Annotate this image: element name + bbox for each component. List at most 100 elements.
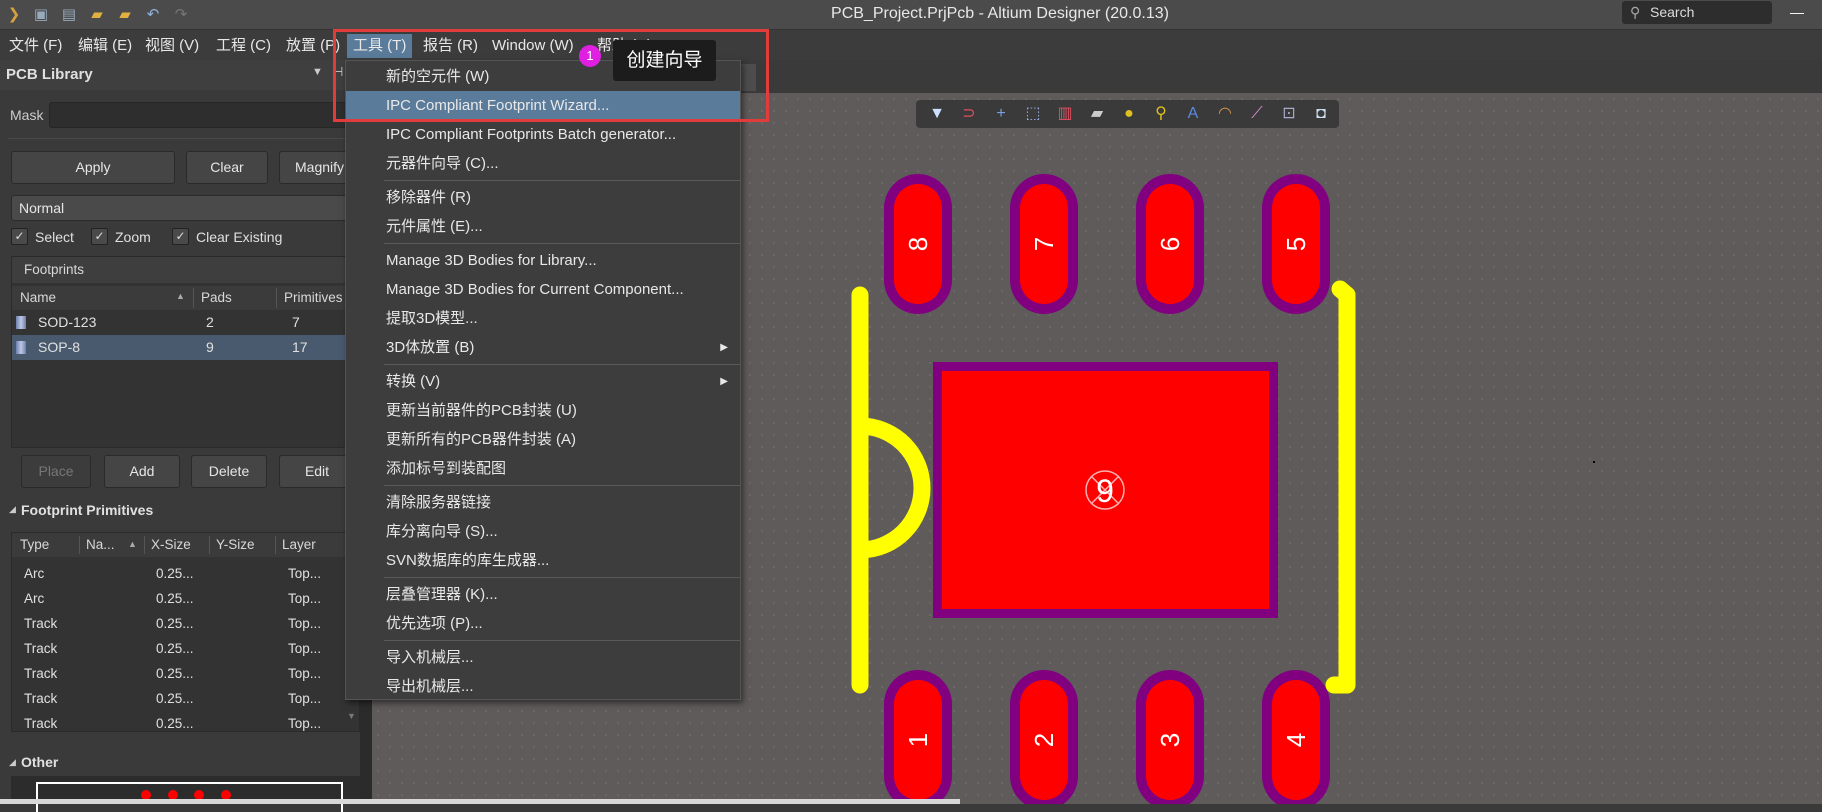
canvas-toolbar: ▼ ⊃ + ⬚ ▥ ▰ ● ⚲ A ◠ ⟋ ⊡ ◘	[916, 100, 1339, 128]
footprint-row[interactable]: SOP-8 9 17	[12, 335, 345, 360]
minimize-button[interactable]: —	[1790, 4, 1804, 20]
col-divider[interactable]	[144, 536, 145, 554]
edit-button[interactable]: Edit	[279, 455, 355, 488]
window-title: PCB_Project.PrjPcb - Altium Designer (20…	[831, 5, 1169, 22]
menu-item-label: 库分离向导 (S)...	[386, 523, 498, 540]
col-primitives[interactable]: Primitives	[284, 290, 343, 305]
collapse-other-icon[interactable]: ◢	[9, 757, 16, 768]
annotation-tooltip: 创建向导	[613, 40, 716, 81]
text-icon[interactable]: A	[1182, 103, 1204, 125]
center-pad-label: 9	[1096, 473, 1114, 509]
primitive-row[interactable]: Arc 0.25... Top...	[12, 587, 345, 612]
primitive-layer: Top...	[288, 666, 322, 681]
tools-menu-item[interactable]: 导出机械层...	[346, 672, 740, 701]
col-pads[interactable]: Pads	[201, 290, 232, 305]
tools-menu-item[interactable]: 更新当前器件的PCB封装 (U)	[346, 396, 740, 425]
primitive-layer: Top...	[288, 616, 322, 631]
tools-menu-item[interactable]: Manage 3D Bodies for Library...	[346, 246, 740, 275]
footprints-title: Footprints	[24, 262, 85, 277]
primitive-row[interactable]: Track 0.25... Top...	[12, 662, 345, 687]
menu-separator	[384, 640, 740, 641]
collapse-icon[interactable]: ◢	[9, 504, 16, 515]
component-icon[interactable]: ▰	[1086, 103, 1108, 125]
select-checkbox[interactable]: ✓	[11, 228, 28, 245]
search-input[interactable]: ⚲ Search	[1622, 1, 1772, 24]
menu-item-label: 清除服务器链接	[386, 494, 492, 511]
primitive-layer: Top...	[288, 641, 322, 656]
delete-button[interactable]: Delete	[191, 455, 267, 488]
menu-item-label: 提取3D模型...	[386, 310, 478, 327]
dimension-icon[interactable]: ⊡	[1278, 103, 1300, 125]
tools-menu-item[interactable]: 添加标号到装配图	[346, 454, 740, 483]
tools-menu-item[interactable]: 元器件向导 (C)...	[346, 149, 740, 178]
col-3[interactable]: Y-Size	[216, 537, 255, 552]
tools-menu-item[interactable]: 元件属性 (E)...	[346, 212, 740, 241]
col-divider[interactable]	[79, 536, 80, 554]
col-divider[interactable]	[275, 536, 276, 554]
primitive-row[interactable]: Arc 0.25... Top...	[12, 562, 345, 587]
tools-menu-item[interactable]: 移除器件 (R)	[346, 183, 740, 212]
line-icon[interactable]: ⟋	[1246, 103, 1268, 125]
tools-menu-item[interactable]: SVN数据库的库生成器...	[346, 546, 740, 575]
zoom-label: Zoom	[115, 229, 151, 245]
other-title[interactable]: Other	[21, 754, 58, 770]
footprint-primitives: 17	[292, 339, 308, 355]
tools-menu-item[interactable]: IPC Compliant Footprints Batch generator…	[346, 120, 740, 149]
primitive-row[interactable]: Track 0.25... Top...	[12, 637, 345, 662]
menu-2[interactable]: 视图 (V)	[139, 34, 205, 58]
primitive-type: Track	[24, 616, 58, 631]
crosshair-icon[interactable]: +	[990, 103, 1012, 125]
select-rect-icon[interactable]: ⬚	[1022, 103, 1044, 125]
tools-menu-item[interactable]: 转换 (V) ▶	[346, 367, 740, 396]
zoom-checkbox[interactable]: ✓	[91, 228, 108, 245]
primitives-title[interactable]: Footprint Primitives	[21, 502, 153, 518]
menu-separator	[384, 485, 740, 486]
tools-menu-item[interactable]: 3D体放置 (B) ▶	[346, 333, 740, 362]
region-icon[interactable]: ◘	[1310, 103, 1332, 125]
clear-existing-checkbox[interactable]: ✓	[172, 228, 189, 245]
panel-menu-icon[interactable]: ▼	[312, 66, 323, 78]
col-name[interactable]: Name	[20, 290, 56, 305]
tools-menu-item[interactable]: 优先选项 (P)...	[346, 609, 740, 638]
primitive-row[interactable]: Track 0.25... Top...	[12, 612, 345, 637]
place-button[interactable]: Place	[21, 455, 91, 488]
filter-icon[interactable]: ▼	[926, 103, 948, 125]
tools-menu-item[interactable]: 导入机械层...	[346, 643, 740, 672]
pad-icon[interactable]: ●	[1118, 103, 1140, 125]
tools-menu-item[interactable]: 清除服务器链接	[346, 488, 740, 517]
scroll-down-icon[interactable]: ▼	[347, 711, 356, 721]
mode-select[interactable]: Normal	[11, 195, 360, 221]
tools-menu-item[interactable]: 库分离向导 (S)...	[346, 517, 740, 546]
menu-1[interactable]: 编辑 (E)	[72, 34, 138, 58]
menu-item-label: SVN数据库的库生成器...	[386, 552, 550, 569]
col-2[interactable]: X-Size	[151, 537, 191, 552]
col-4[interactable]: Layer	[282, 537, 316, 552]
primitive-layer: Top...	[288, 591, 322, 606]
tools-menu-item[interactable]: 层叠管理器 (K)...	[346, 580, 740, 609]
route-icon[interactable]: ⊃	[958, 103, 980, 125]
apply-button[interactable]: Apply	[11, 151, 175, 184]
mask-input[interactable]	[49, 102, 349, 128]
tools-menu-item[interactable]: 提取3D模型...	[346, 304, 740, 333]
select-label: Select	[35, 229, 74, 245]
menu-3[interactable]: 工程 (C)	[210, 34, 277, 58]
menu-separator	[384, 364, 740, 365]
primitive-row[interactable]: Track 0.25... Top...	[12, 687, 345, 712]
col-divider[interactable]	[209, 536, 210, 554]
add-button[interactable]: Add	[104, 455, 180, 488]
menu-0[interactable]: 文件 (F)	[3, 34, 68, 58]
col-0[interactable]: Type	[20, 537, 49, 552]
via-icon[interactable]: ⚲	[1150, 103, 1172, 125]
arc-icon[interactable]: ◠	[1214, 103, 1236, 125]
search-placeholder: Search	[1650, 4, 1695, 20]
footprint-name: SOD-123	[38, 314, 97, 330]
align-icon[interactable]: ▥	[1054, 103, 1076, 125]
menu-item-label: 导出机械层...	[386, 678, 474, 695]
tools-menu-item[interactable]: 更新所有的PCB器件封装 (A)	[346, 425, 740, 454]
tools-menu-item[interactable]: Manage 3D Bodies for Current Component..…	[346, 275, 740, 304]
clear-button[interactable]: Clear	[186, 151, 268, 184]
footprint-row[interactable]: SOD-123 2 7	[12, 310, 345, 335]
primitive-row[interactable]: Track 0.25... Top...	[12, 712, 345, 737]
col-1[interactable]: Na...	[86, 537, 115, 552]
primitive-layer: Top...	[288, 691, 322, 706]
